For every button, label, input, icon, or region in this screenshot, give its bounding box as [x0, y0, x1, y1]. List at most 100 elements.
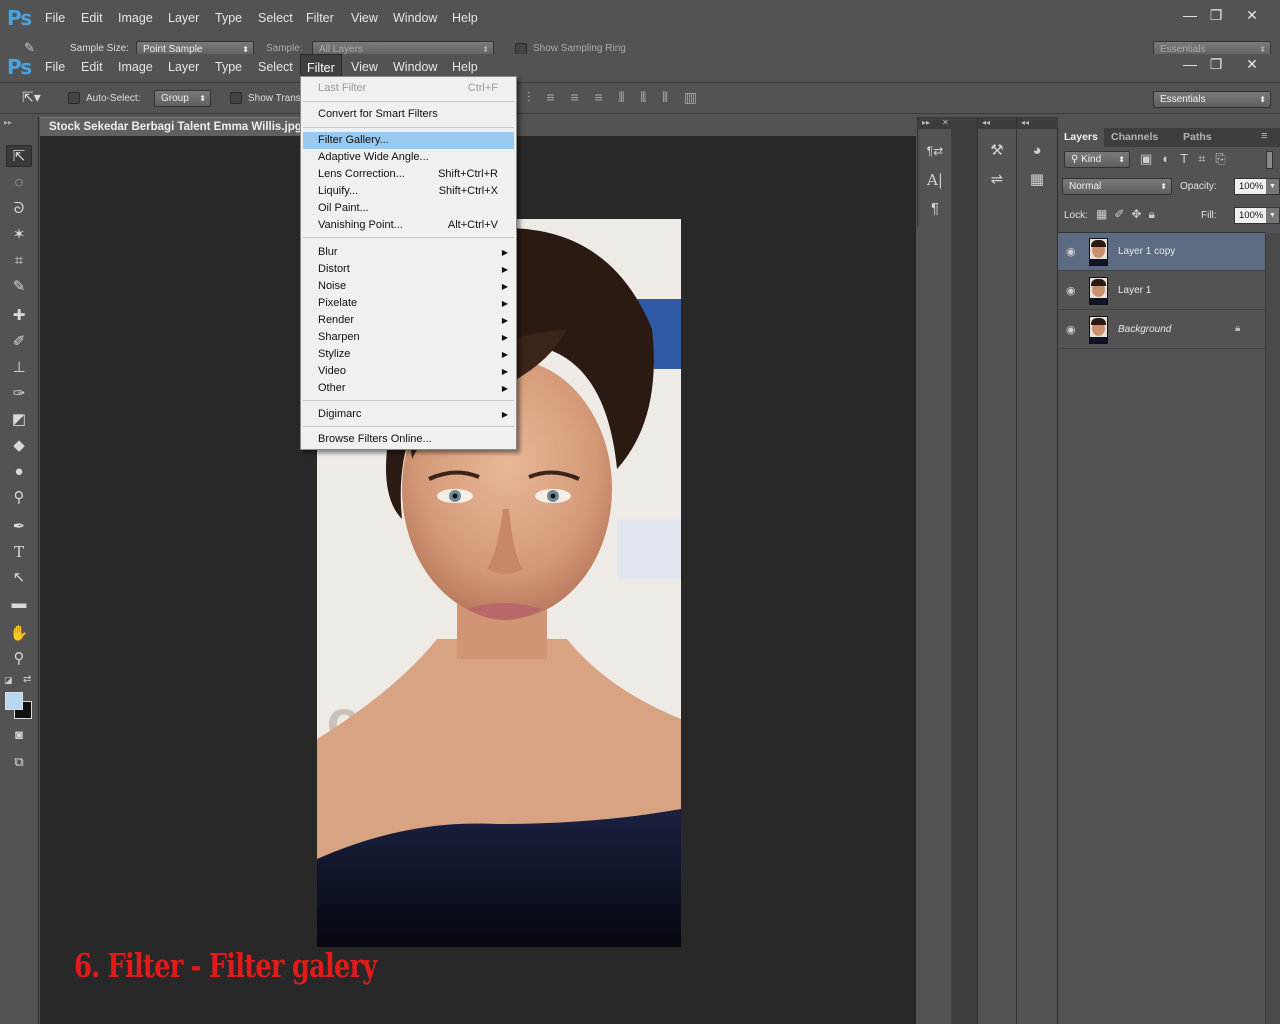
quick-mask-icon[interactable]: ◙ — [6, 724, 32, 746]
menu-item-lens-correction[interactable]: Lens Correction... Shift+Ctrl+R — [303, 166, 514, 183]
close-icon[interactable]: ✕ — [1233, 54, 1271, 74]
tab-channels[interactable]: Channels — [1105, 128, 1164, 147]
opacity-field[interactable]: 100% ▼ — [1234, 178, 1280, 195]
layers-scrollbar[interactable] — [1265, 233, 1280, 1024]
auto-select-dropdown[interactable]: Group ⬍ — [154, 90, 211, 107]
menu-file[interactable]: File — [39, 54, 71, 80]
crop-tool-icon[interactable]: ⌗ — [6, 250, 32, 272]
expand-panels-icon[interactable]: ◂◂ — [1021, 117, 1029, 129]
layer-row-layer-1[interactable]: ◉ Layer 1 — [1058, 272, 1265, 310]
menu-item-noise[interactable]: Noise ▶ — [303, 278, 514, 295]
layer-filter-icons[interactable]: ▣◐T⌗⎘ — [1140, 151, 1236, 167]
expand-panels-icon[interactable]: ◂◂ — [982, 117, 990, 129]
menu-item-adaptive-wide-angle[interactable]: Adaptive Wide Angle... — [303, 149, 514, 166]
menu-edit[interactable]: Edit — [75, 54, 109, 80]
history-brush-icon[interactable]: ✑ — [6, 383, 32, 405]
submenu-arrow-icon: ▶ — [501, 299, 508, 308]
fill-dropdown-icon[interactable]: ▼ — [1266, 208, 1279, 223]
brush-presets-icon[interactable]: ⚒ — [984, 139, 1010, 163]
menu-item-video[interactable]: Video ▶ — [303, 363, 514, 380]
align-buttons-icon[interactable]: ⫶ ≡ ≡ ≡ ⫴ ⫴ ⫴ ▥ — [527, 89, 703, 106]
layer-row-layer-1-copy[interactable]: ◉ Layer 1 copy — [1058, 233, 1265, 271]
dodge-tool-icon[interactable]: ⚲ — [6, 487, 32, 509]
blur-tool-icon[interactable]: ● — [6, 461, 32, 483]
visibility-eye-icon[interactable]: ◉ — [1066, 245, 1076, 258]
layer-lock-icon: 🔒︎ — [1235, 323, 1241, 334]
eraser-tool-icon[interactable]: ◩ — [6, 409, 32, 431]
panel-strip-1: ▸▸ ✕ ¶⇄ A| ¶ — [917, 117, 952, 227]
menu-item-filter-gallery[interactable]: Filter Gallery... — [303, 132, 514, 149]
menu-item-pixelate[interactable]: Pixelate ▶ — [303, 295, 514, 312]
magic-wand-icon[interactable]: ✶ — [6, 224, 32, 246]
close-strip-icon[interactable]: ✕ — [942, 117, 949, 129]
ghost-menu-edit: Edit — [81, 11, 103, 25]
zoom-tool-icon[interactable]: ⚲ — [6, 648, 32, 670]
menu-type[interactable]: Type — [209, 54, 248, 80]
panel-strip-header: ▸▸ ✕ — [918, 117, 952, 129]
blend-mode-dropdown[interactable]: Normal ⬍ — [1062, 178, 1172, 195]
hand-tool-icon[interactable]: ✋ — [6, 623, 32, 645]
paragraph-panel-icon[interactable]: ¶ — [922, 197, 948, 221]
layer-thumbnail — [1089, 316, 1108, 344]
path-selection-icon[interactable]: ↖ — [6, 567, 32, 589]
move-tool-icon[interactable]: ⇱ — [6, 145, 32, 167]
menu-layer[interactable]: Layer — [162, 54, 205, 80]
tutorial-caption: 6. Filter - Filter galery — [74, 946, 377, 985]
menu-item-distort[interactable]: Distort ▶ — [303, 261, 514, 278]
default-colors-icon[interactable]: ◪ — [4, 675, 13, 686]
fill-field[interactable]: 100% ▼ — [1234, 207, 1280, 224]
tab-paths[interactable]: Paths — [1177, 128, 1218, 147]
workspace-dropdown[interactable]: Essentials ⬍ — [1153, 91, 1271, 108]
layer-kind-filter[interactable]: ⚲ Kind ⬍ — [1064, 151, 1130, 168]
menu-item-blur[interactable]: Blur ▶ — [303, 244, 514, 261]
character-panel-icon[interactable]: A| — [922, 168, 948, 192]
screen-mode-icon[interactable]: ⧉ — [6, 751, 32, 773]
menu-select[interactable]: Select — [252, 54, 299, 80]
color-panel-icon[interactable]: ◕ — [1024, 139, 1050, 163]
menu-item-vanishing-point[interactable]: Vanishing Point... Alt+Ctrl+V — [303, 217, 514, 234]
rectangle-tool-icon[interactable]: ▬ — [6, 593, 32, 615]
menu-item-browse-filters-online[interactable]: Browse Filters Online... — [303, 431, 514, 448]
panel-menu-icon[interactable]: ≡ — [1261, 130, 1267, 142]
menu-item-stylize[interactable]: Stylize ▶ — [303, 346, 514, 363]
auto-select-checkbox[interactable] — [68, 92, 80, 104]
paragraph-styles-icon[interactable]: ¶⇄ — [922, 139, 948, 163]
restore-icon[interactable]: ❐ — [1197, 54, 1235, 74]
type-tool-icon[interactable]: T — [6, 541, 32, 563]
tab-layers[interactable]: Layers — [1058, 128, 1104, 147]
show-transform-checkbox[interactable] — [230, 92, 242, 104]
visibility-eye-icon[interactable]: ◉ — [1066, 323, 1076, 336]
marquee-tool-icon[interactable]: ◌ — [6, 172, 32, 194]
healing-brush-icon[interactable]: ✚ — [6, 305, 32, 327]
move-tool-preset-icon[interactable]: ⇱▾ — [22, 89, 41, 106]
tools-collapse-icon[interactable]: ▸▸ — [4, 118, 12, 127]
filter-toggle[interactable] — [1266, 151, 1273, 169]
swap-colors-icon[interactable]: ⇄ — [23, 674, 31, 685]
swatches-panel-icon[interactable]: ▦ — [1024, 168, 1050, 192]
foreground-color-swatch[interactable] — [5, 692, 23, 710]
menu-item-digimarc[interactable]: Digimarc ▶ — [303, 406, 514, 423]
clone-stamp-icon[interactable]: ⊥ — [6, 357, 32, 379]
menu-item-oil-paint[interactable]: Oil Paint... — [303, 200, 514, 217]
layers-panel: Layers Channels Paths ≡ ⚲ Kind ⬍ ▣◐T⌗⎘ No… — [1057, 128, 1280, 1024]
menu-separator — [303, 101, 514, 102]
ghost-menu-type: Type — [215, 11, 243, 25]
eyedropper-tool-icon[interactable]: ✎ — [6, 276, 32, 298]
paint-bucket-icon[interactable]: ◆ — [6, 435, 32, 457]
menu-item-other[interactable]: Other ▶ — [303, 380, 514, 397]
menu-image[interactable]: Image — [112, 54, 159, 80]
menu-item-liquify[interactable]: Liquify... Shift+Ctrl+X — [303, 183, 514, 200]
opacity-dropdown-icon[interactable]: ▼ — [1266, 179, 1279, 194]
lasso-tool-icon[interactable]: ᘐ — [6, 198, 32, 220]
pen-tool-icon[interactable]: ✒ — [6, 516, 32, 538]
menu-item-render[interactable]: Render ▶ — [303, 312, 514, 329]
tool-presets-icon[interactable]: ⇌ — [984, 168, 1010, 192]
document-tab[interactable]: Stock Sekedar Berbagi Talent Emma Willis… — [40, 117, 300, 136]
expand-panels-icon[interactable]: ▸▸ — [922, 117, 930, 129]
brush-tool-icon[interactable]: ✐ — [6, 331, 32, 353]
menu-item-convert-smart-filters[interactable]: Convert for Smart Filters — [303, 106, 514, 123]
visibility-eye-icon[interactable]: ◉ — [1066, 284, 1076, 297]
layer-row-background[interactable]: ◉ Background 🔒︎ — [1058, 311, 1265, 349]
lock-options-icons[interactable]: ▦✐✥🔒︎ — [1096, 207, 1162, 222]
menu-item-sharpen[interactable]: Sharpen ▶ — [303, 329, 514, 346]
